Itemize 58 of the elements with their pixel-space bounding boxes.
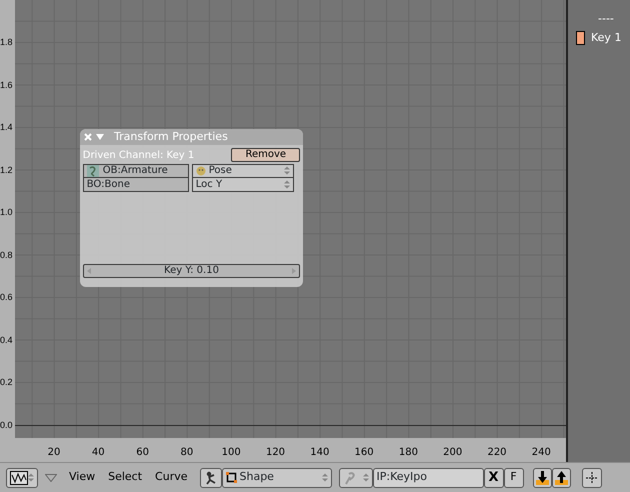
shape-dropdown[interactable]: Shape bbox=[222, 468, 332, 488]
y-axis-label: 1.6 bbox=[0, 80, 13, 90]
bone-field[interactable]: BO:Bone bbox=[82, 178, 189, 192]
channel-color-swatch[interactable] bbox=[576, 31, 585, 46]
menu-item[interactable]: Select bbox=[103, 469, 148, 486]
y-axis-label: 0.6 bbox=[0, 292, 13, 302]
x-axis-label: 180 bbox=[398, 446, 418, 460]
x-axis-label: 200 bbox=[443, 446, 462, 460]
ipo-browse-button[interactable] bbox=[338, 468, 372, 488]
menu-collapse-icon[interactable] bbox=[45, 474, 57, 482]
crosshair-icon bbox=[586, 472, 598, 484]
fake-user-button[interactable]: F bbox=[504, 468, 524, 488]
y-axis-label: 0.2 bbox=[0, 377, 13, 387]
y-axis-label: 0.0 bbox=[0, 420, 13, 430]
y-axis-label: 0.8 bbox=[0, 250, 13, 260]
x-axis-label: 80 bbox=[180, 446, 194, 460]
driven-channel-label: Driven Channel: Key 1 bbox=[82, 148, 194, 163]
editor-type-button[interactable] bbox=[6, 468, 38, 488]
x-axis-label: 140 bbox=[310, 446, 330, 460]
channel-dropdown[interactable]: Loc Y bbox=[192, 178, 294, 192]
shape-icon bbox=[226, 472, 236, 483]
up-down-arrows-icon bbox=[284, 166, 290, 176]
up-down-arrows-icon bbox=[322, 473, 328, 482]
x-axis-label: 40 bbox=[92, 446, 105, 460]
ipo-name-field[interactable]: IP:KeyIpo bbox=[372, 468, 484, 488]
figure-icon bbox=[204, 470, 218, 484]
panel-title: Transform Properties bbox=[114, 128, 228, 145]
y-axis-label: 0.4 bbox=[0, 334, 13, 344]
pose-icon bbox=[196, 166, 206, 176]
menu-item[interactable]: Curve bbox=[150, 469, 192, 486]
y-axis-label: 1.8 bbox=[0, 37, 13, 47]
copy-button[interactable] bbox=[532, 468, 552, 488]
paste-up-icon bbox=[554, 470, 568, 484]
x-axis-label: 220 bbox=[487, 446, 507, 460]
graph-icon bbox=[10, 470, 28, 484]
copy-down-icon bbox=[536, 470, 548, 484]
up-down-arrows-icon bbox=[28, 473, 34, 482]
paste-button[interactable] bbox=[552, 468, 570, 488]
pose-dropdown[interactable]: Pose bbox=[192, 164, 294, 178]
up-down-arrows-icon bbox=[284, 180, 290, 189]
x-axis-label: 100 bbox=[222, 446, 241, 460]
x-axis-label: 240 bbox=[532, 446, 551, 460]
x-axis-label: 20 bbox=[48, 446, 60, 460]
x-axis-label: 160 bbox=[354, 446, 374, 460]
x-axis-label: 60 bbox=[136, 446, 149, 460]
channel-label[interactable]: Key 1 bbox=[591, 30, 622, 46]
y-axis-label: 1.4 bbox=[0, 122, 13, 132]
x-axis-label: 120 bbox=[266, 446, 286, 460]
snap-button[interactable] bbox=[582, 468, 602, 488]
menu-item[interactable]: View bbox=[64, 469, 100, 486]
clear-button[interactable]: X bbox=[484, 468, 504, 488]
channel-separator: ---- bbox=[598, 14, 615, 24]
y-axis-label: 1.2 bbox=[0, 164, 13, 174]
pose-mode-button[interactable] bbox=[200, 468, 222, 488]
remove-button[interactable]: Remove bbox=[231, 148, 300, 162]
up-down-arrows-icon bbox=[362, 473, 368, 482]
y-axis-label: 1.0 bbox=[0, 207, 13, 217]
object-field[interactable]: OB:Armature bbox=[82, 164, 189, 178]
